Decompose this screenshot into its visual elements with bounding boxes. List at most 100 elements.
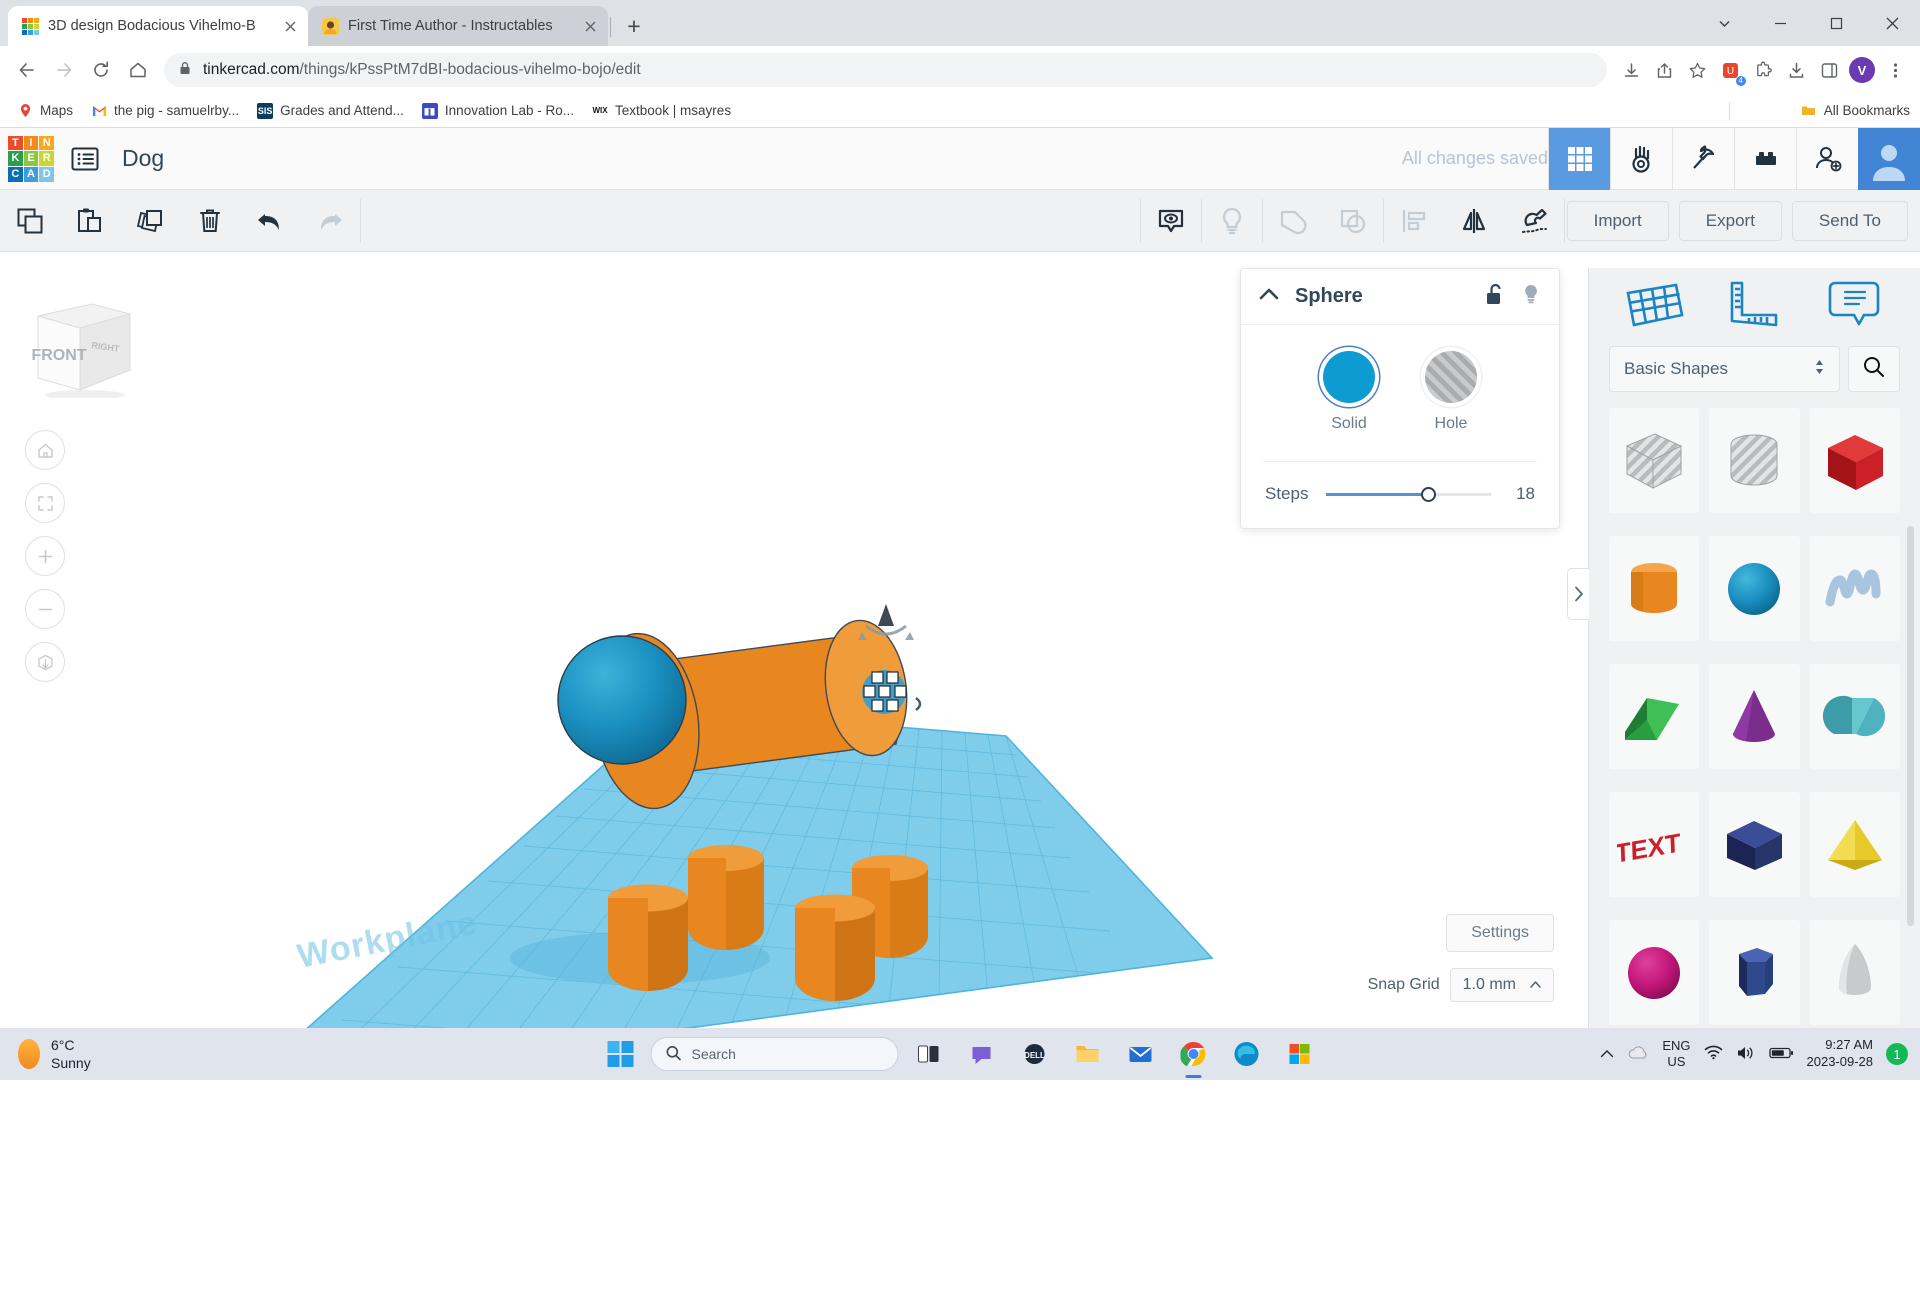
library-scrollbar[interactable] bbox=[1907, 526, 1914, 926]
orthographic-toggle-button[interactable] bbox=[25, 642, 65, 682]
shape-box-navy[interactable] bbox=[1709, 792, 1799, 897]
duplicate-button[interactable] bbox=[120, 190, 180, 252]
back-button[interactable] bbox=[10, 53, 44, 87]
start-button[interactable] bbox=[601, 1034, 641, 1074]
language-indicator[interactable]: ENG US bbox=[1662, 1038, 1690, 1071]
panel-collapse-button[interactable] bbox=[1567, 568, 1589, 620]
align-button[interactable] bbox=[1384, 190, 1444, 252]
note-tool-icon[interactable] bbox=[1823, 279, 1885, 336]
workplane-tool-icon[interactable] bbox=[1624, 279, 1686, 336]
window-minimize-button[interactable] bbox=[1752, 0, 1808, 46]
redo-button[interactable] bbox=[300, 190, 360, 252]
zoom-in-button[interactable] bbox=[25, 536, 65, 576]
shape-category-select[interactable]: Basic Shapes bbox=[1609, 346, 1840, 392]
shape-roof-green[interactable] bbox=[1609, 664, 1699, 769]
bookmark-textbook[interactable]: WIX Textbook | msayres bbox=[585, 99, 738, 123]
window-close-button[interactable] bbox=[1864, 0, 1920, 46]
share-icon[interactable] bbox=[1649, 55, 1679, 85]
address-bar[interactable]: tinkercad.com/things/kPssPtM7dBI-bodacio… bbox=[164, 53, 1607, 87]
shape-scribble[interactable] bbox=[1810, 536, 1900, 641]
three-dot-menu-icon[interactable] bbox=[1880, 55, 1910, 85]
send-to-button[interactable]: Send To bbox=[1792, 201, 1908, 241]
steps-value[interactable]: 18 bbox=[1509, 484, 1535, 504]
ungroup-button[interactable] bbox=[1323, 190, 1383, 252]
clock[interactable]: 9:27 AM 2023-09-28 bbox=[1807, 1037, 1874, 1071]
taskbar-weather-widget[interactable]: 6°C Sunny bbox=[18, 1036, 91, 1072]
shape-text-red[interactable]: TEXT bbox=[1609, 792, 1699, 897]
mode-button-minecraft[interactable] bbox=[1672, 128, 1734, 190]
hole-option[interactable]: Hole bbox=[1425, 351, 1477, 433]
extension-badge-icon[interactable]: U 4 bbox=[1715, 55, 1745, 85]
file-explorer-button[interactable] bbox=[1068, 1034, 1108, 1074]
battery-icon[interactable] bbox=[1769, 1046, 1794, 1063]
new-tab-button[interactable]: + bbox=[619, 11, 649, 41]
mode-button-lego-bricks[interactable] bbox=[1734, 128, 1796, 190]
bookmark-innovation-lab[interactable]: Innovation Lab - Ro... bbox=[415, 99, 581, 123]
shape-box-hole[interactable] bbox=[1609, 408, 1699, 513]
tinkercad-logo[interactable]: T I N K E R C A D bbox=[8, 136, 54, 182]
delete-button[interactable] bbox=[180, 190, 240, 252]
bookmark-the-pig[interactable]: the pig - samuelrby... bbox=[84, 99, 246, 123]
unlock-icon[interactable] bbox=[1485, 283, 1505, 310]
dell-app-button[interactable]: DELL bbox=[1015, 1034, 1055, 1074]
mode-button-invite-people[interactable] bbox=[1796, 128, 1858, 190]
browser-more-button[interactable] bbox=[1696, 0, 1752, 46]
task-view-button[interactable] bbox=[909, 1034, 949, 1074]
zoom-out-button[interactable] bbox=[25, 589, 65, 629]
mode-button-blocks-grid[interactable] bbox=[1548, 128, 1610, 190]
taskbar-search-box[interactable]: Search bbox=[651, 1037, 899, 1071]
shape-sphere-blue[interactable] bbox=[1709, 536, 1799, 641]
lightbulb-icon[interactable] bbox=[1521, 283, 1541, 310]
export-button[interactable]: Export bbox=[1679, 201, 1782, 241]
group-button[interactable] bbox=[1263, 190, 1323, 252]
side-panel-icon[interactable] bbox=[1814, 55, 1844, 85]
solid-option[interactable]: Solid bbox=[1323, 351, 1375, 433]
shape-box-red[interactable] bbox=[1810, 408, 1900, 513]
view-cube[interactable]: FRONT RIGHT bbox=[30, 288, 140, 398]
snap-magnet-button[interactable] bbox=[1504, 190, 1564, 252]
cloud-icon[interactable] bbox=[1627, 1045, 1649, 1064]
volume-icon[interactable] bbox=[1736, 1045, 1756, 1064]
steps-slider-knob[interactable] bbox=[1421, 487, 1436, 502]
notification-badge[interactable]: 1 bbox=[1886, 1043, 1908, 1065]
browser-tab-0[interactable]: 3D design Bodacious Vihelmo-B bbox=[8, 6, 308, 46]
project-list-menu-button[interactable] bbox=[54, 128, 116, 190]
ruler-tool-icon[interactable] bbox=[1723, 279, 1785, 336]
paste-button[interactable] bbox=[60, 190, 120, 252]
reload-button[interactable] bbox=[84, 53, 118, 87]
tab-close-icon[interactable] bbox=[280, 16, 300, 36]
bookmark-star-icon[interactable] bbox=[1682, 55, 1712, 85]
downloads-icon[interactable] bbox=[1781, 55, 1811, 85]
mode-button-codeblocks[interactable] bbox=[1610, 128, 1672, 190]
mirror-button[interactable] bbox=[1444, 190, 1504, 252]
window-maximize-button[interactable] bbox=[1808, 0, 1864, 46]
microsoft-store-button[interactable] bbox=[1280, 1034, 1320, 1074]
home-button[interactable] bbox=[121, 53, 155, 87]
google-chrome-button[interactable] bbox=[1174, 1034, 1214, 1074]
shape-hex-prism-blue[interactable] bbox=[1709, 920, 1799, 1025]
download-install-icon[interactable] bbox=[1616, 55, 1646, 85]
bookmark-grades[interactable]: SIS Grades and Attend... bbox=[250, 99, 411, 123]
steps-slider[interactable] bbox=[1326, 493, 1491, 496]
wifi-icon[interactable] bbox=[1704, 1045, 1723, 1063]
undo-button[interactable] bbox=[240, 190, 300, 252]
forward-button[interactable] bbox=[47, 53, 81, 87]
shape-cylinder-hole[interactable] bbox=[1709, 408, 1799, 513]
browser-tab-1[interactable]: First Time Author - Instructables bbox=[308, 6, 608, 46]
chevron-up-icon[interactable] bbox=[1259, 287, 1279, 306]
shape-sphere-magenta[interactable] bbox=[1609, 920, 1699, 1025]
user-avatar[interactable] bbox=[1858, 128, 1920, 190]
shape-search-button[interactable] bbox=[1848, 346, 1900, 392]
mail-button[interactable] bbox=[1121, 1034, 1161, 1074]
teams-chat-button[interactable] bbox=[962, 1034, 1002, 1074]
all-bookmarks-button[interactable]: All Bookmarks bbox=[1801, 103, 1910, 119]
tab-close-icon[interactable] bbox=[580, 16, 600, 36]
fit-to-view-button[interactable] bbox=[25, 483, 65, 523]
tray-chevron-up-icon[interactable] bbox=[1600, 1047, 1614, 1062]
profile-avatar[interactable]: V bbox=[1847, 55, 1877, 85]
shape-pyramid-yellow[interactable] bbox=[1810, 792, 1900, 897]
import-button[interactable]: Import bbox=[1567, 201, 1669, 241]
shape-round-roof-teal[interactable] bbox=[1810, 664, 1900, 769]
extensions-puzzle-icon[interactable] bbox=[1748, 55, 1778, 85]
shape-paraboloid-grey[interactable] bbox=[1810, 920, 1900, 1025]
